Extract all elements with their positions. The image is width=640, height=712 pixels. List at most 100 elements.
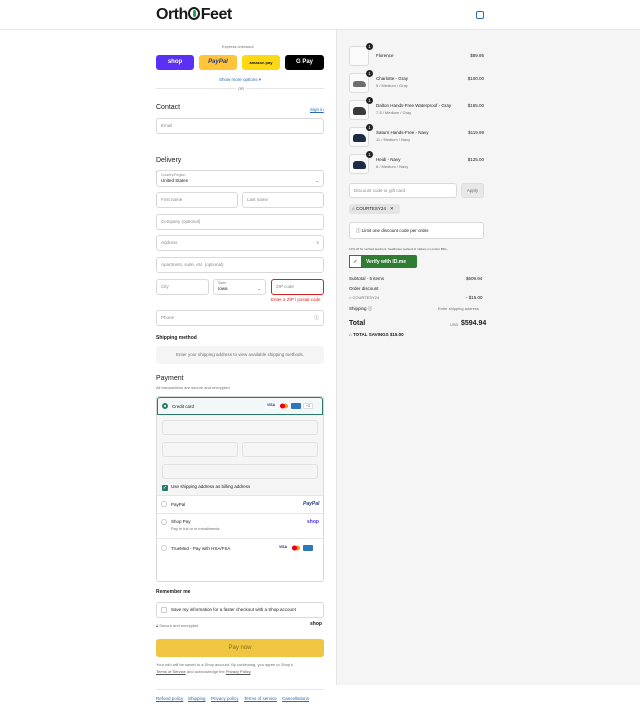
first-name-field[interactable]: First name — [156, 192, 238, 208]
country-select[interactable]: Country/Region United States ⌄ — [156, 170, 324, 187]
search-icon: ⌕ — [316, 240, 319, 245]
shop-pay-radio[interactable] — [161, 519, 167, 525]
express-checkout-title: Express checkout — [222, 44, 254, 49]
order-discount-label: Order discount — [349, 286, 379, 291]
save-info-checkbox[interactable]: Save my information for a faster checkou… — [156, 602, 324, 618]
privacy-link[interactable]: Privacy Policy — [226, 669, 251, 674]
zip-field[interactable]: ZIP code — [271, 279, 324, 295]
item-price: $100.00 — [467, 76, 484, 81]
state-select[interactable]: State Iowa ⌄ — [213, 279, 266, 295]
shoe-icon — [353, 134, 366, 142]
paypal-radio[interactable] — [161, 501, 167, 507]
email-field[interactable]: Email — [156, 118, 324, 134]
phone-field[interactable]: Phone ⓘ — [156, 310, 324, 326]
credit-card-option[interactable]: Credit card VISA +3 — [157, 397, 323, 415]
apartment-field[interactable]: Apartment, suite, etc. (optional) — [156, 257, 324, 273]
total-value: $594.94 — [461, 320, 487, 327]
shipping-value: Enter shipping address — [438, 306, 479, 311]
city-field[interactable]: City — [156, 279, 209, 295]
discount-code-field[interactable]: Discount code or gift card — [349, 183, 457, 198]
discount-limit-notice: ⓘ Limit one discount code per order. — [349, 222, 484, 239]
shoe-icon — [353, 81, 366, 87]
google-pay-button[interactable]: G Pay — [285, 55, 324, 70]
shop-pay-sublabel: Pay in full or in installments — [171, 526, 220, 531]
help-icon[interactable]: ⓘ — [315, 311, 320, 324]
shop-pay-button[interactable]: shop — [156, 55, 194, 70]
order-discount-code-text: COURTESY24 — [352, 295, 380, 300]
more-cards-badge: +3 — [303, 403, 313, 409]
sign-in-link[interactable]: Sign in — [310, 107, 324, 112]
item-name: Heidi - Navy — [376, 157, 401, 162]
card-number-field[interactable] — [162, 420, 318, 435]
name-on-card-field[interactable] — [162, 464, 318, 479]
show-more-options-link[interactable]: Show more options ▾ — [219, 77, 261, 83]
brand-logo[interactable]: Orth Feet — [156, 6, 232, 24]
terms-link[interactable]: Terms of Service — [156, 669, 186, 674]
item-name: Florence — [376, 53, 394, 58]
footer-divider — [156, 689, 324, 690]
cart-icon[interactable] — [476, 11, 484, 19]
credit-card-label: Credit card — [172, 404, 195, 409]
product-thumbnail — [349, 46, 369, 66]
item-price: $125.00 — [467, 157, 484, 162]
order-discount-code: ⌂ COURTESY24 — [349, 295, 379, 300]
company-field[interactable]: Company (optional) — [156, 214, 324, 230]
product-thumbnail — [349, 154, 369, 174]
privacy-policy-link[interactable]: Privacy policy — [211, 696, 239, 701]
save-info-label: Save my information for a faster checkou… — [171, 607, 296, 612]
quantity-badge: 1 — [366, 43, 373, 50]
product-thumbnail — [349, 100, 369, 120]
logo-mark-icon — [188, 7, 201, 20]
shipping-label-text: Shipping — [349, 306, 367, 311]
delivery-heading: Delivery — [156, 157, 182, 164]
visa-icon: VISA — [279, 545, 289, 551]
address-placeholder: Address — [161, 240, 178, 245]
quantity-badge: 1 — [366, 70, 373, 77]
payment-subtitle: All transactions are secure and encrypte… — [156, 385, 231, 390]
shipping-policy-link[interactable]: Shipping — [188, 696, 206, 701]
verify-id-me-button[interactable]: ✓ Verify with ID.me — [349, 255, 417, 268]
paypal-button[interactable]: PayPal — [199, 55, 237, 70]
credit-card-radio[interactable] — [162, 403, 168, 409]
truemed-radio[interactable] — [161, 545, 167, 551]
disclaimer-end: . — [250, 669, 252, 674]
zip-error-message: Enter a ZIP / postal code — [271, 297, 321, 302]
help-icon[interactable]: ⓘ — [367, 306, 373, 311]
apply-discount-button[interactable]: Apply — [461, 183, 484, 198]
shop-pay-label: Shop Pay — [171, 519, 191, 524]
last-name-field[interactable]: Last name — [242, 192, 324, 208]
cancellations-link[interactable]: Cancellations — [282, 696, 309, 701]
billing-address-checkbox[interactable]: ✓ Use shipping address as billing address — [162, 484, 250, 491]
subtotal-value: $609.94 — [466, 276, 483, 281]
phone-placeholder: Phone — [161, 315, 175, 320]
total-savings: ⌂ TOTAL SAVINGS $15.00 — [349, 332, 404, 337]
mastercard-icon — [279, 403, 289, 409]
check-icon: ✓ — [162, 485, 168, 491]
paypal-label: PayPal — [171, 502, 186, 507]
truemed-option[interactable]: TrueMed - Pay with HSA/FSA VISA — [157, 538, 323, 557]
paypal-option[interactable]: PayPal PayPal — [157, 495, 323, 513]
item-price: $89.95 — [470, 53, 484, 58]
refund-policy-link[interactable]: Refund policy — [156, 696, 183, 701]
product-thumbnail — [349, 127, 369, 147]
contact-heading: Contact — [156, 104, 181, 111]
chevron-down-icon: ⌄ — [257, 286, 261, 291]
remove-discount-icon[interactable]: ✕ — [390, 206, 394, 211]
pay-now-button[interactable]: Pay now — [156, 639, 324, 657]
billing-address-label: Use shipping address as billing address — [171, 484, 251, 489]
amex-icon — [291, 403, 301, 409]
security-code-field[interactable] — [242, 442, 318, 457]
item-name: Dalton Hands-Free Waterproof - Gray — [376, 103, 452, 108]
verify-button-label: Verify with ID.me — [366, 259, 407, 265]
item-price: $165.00 — [467, 103, 484, 108]
expiration-field[interactable] — [162, 442, 238, 457]
shoe-icon — [353, 107, 366, 115]
item-name: Charlotte - Gray — [376, 76, 409, 81]
visa-icon: VISA — [267, 403, 277, 409]
truemed-card-logos: VISA — [277, 545, 313, 551]
shoe-icon — [353, 161, 366, 169]
terms-of-service-link[interactable]: Terms of service — [244, 696, 277, 701]
amazon-pay-button[interactable]: amazon pay — [242, 55, 280, 70]
address-field[interactable]: Address ⌕ — [156, 235, 324, 251]
shop-pay-option[interactable]: Shop Pay Pay in full or in installments … — [157, 513, 323, 538]
